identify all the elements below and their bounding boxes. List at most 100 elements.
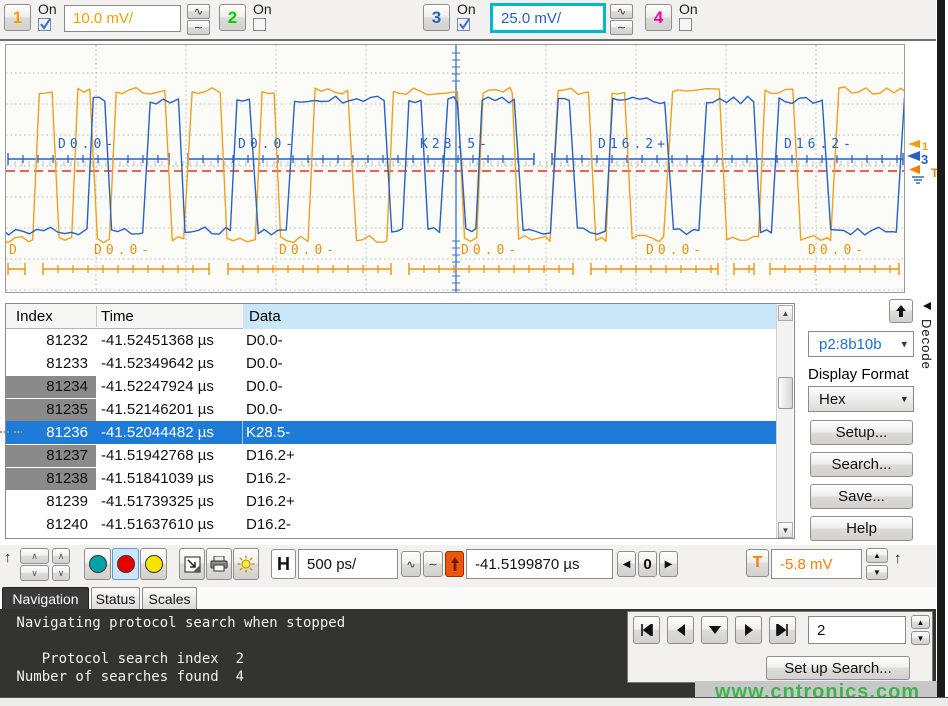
search-first-button[interactable] [633,616,660,644]
table-row[interactable]: 81237-41.51942768 µsD16.2+ [6,444,777,467]
channel-4-button[interactable]: 4 [645,4,672,31]
help-button[interactable]: Help [810,516,913,541]
channel-1-scale-increase-button[interactable]: ∿ [187,4,210,19]
trigger-label: T [753,554,763,572]
channel-3-on-checkbox[interactable] [457,18,470,31]
svg-text:D0.0-: D0.0- [646,243,705,258]
decode-side-tab[interactable]: Decode [919,299,937,409]
channel-1-scale-decrease-button[interactable]: ∼ [187,20,210,35]
horizontal-settings-button[interactable]: H [271,549,296,579]
channel-3-on-label: On [457,1,476,17]
channel-3-button[interactable]: 3 [423,4,450,31]
search-previous-button[interactable] [667,616,694,644]
search-index-up-button[interactable]: ▲ [911,615,930,629]
cell-time: -41.51942768 µs [101,447,214,464]
header-divider [96,306,97,327]
table-row[interactable]: 81236-41.52044482 µsK28.5- [6,421,777,444]
tab-navigation[interactable]: Navigation [2,587,89,609]
search-current-button[interactable] [701,616,728,644]
window-bottom-edge [0,697,948,706]
table-row[interactable]: 81234-41.52247924 µsD0.0- [6,375,777,398]
channel-3-scale-increase-button[interactable]: ∿ [610,4,633,19]
chevron-down-icon: ▾ [901,338,907,351]
scroll-down-button[interactable]: ▼ [778,522,793,538]
decode-source-dropdown[interactable]: p2:8b10b ▾ [808,331,914,357]
setup-button[interactable]: Setup... [810,420,913,445]
delay-right-button[interactable]: ▶ [659,551,678,577]
cursor-up-icon: ↑ [4,549,12,566]
display-format-label: Display Format [808,366,909,383]
tab-scales[interactable]: Scales [142,587,197,609]
table-row[interactable]: 81240-41.51637610 µsD16.2- [6,513,777,536]
search-next-button[interactable] [735,616,762,644]
screen-capture-button[interactable] [179,548,205,580]
display-brightness-button[interactable] [233,548,259,580]
decode-listing-table[interactable]: Index Time Data 81232-41.52451368 µsD0.0… [5,303,795,539]
channel-3-scale-decrease-button[interactable]: ∼ [610,20,633,35]
search-last-button[interactable] [769,616,796,644]
h-label: H [277,554,290,575]
timebase-field[interactable]: 500 ps/ [298,549,398,579]
timebase-value: 500 ps/ [307,556,356,573]
trigger-position-button[interactable] [445,551,464,577]
table-row[interactable]: 81235-41.52146201 µsD0.0- [6,398,777,421]
cell-index: 81240 [6,513,96,536]
timebase-fine-button[interactable]: ∿ [401,551,421,577]
column-header-time[interactable]: Time [101,304,134,329]
delay-left-button[interactable]: ◀ [617,551,636,577]
left-triangle-icon: ◀ [623,559,631,570]
channel-3-number: 3 [432,8,441,28]
channel-1-marker-icon [908,140,920,148]
fine-scale-down-button[interactable]: ∨ [52,565,70,581]
timebase-coarse-button[interactable]: ∼ [423,551,443,577]
waveform-plot[interactable]: D0.0-D0.0-K28.5-D16.2+D16.2-DD0.0-D0.0-D… [5,44,905,293]
trigger-marker-icon [909,165,920,174]
table-row[interactable]: 81238-41.51841039 µsD16.2- [6,467,777,490]
table-row[interactable]: 81232-41.52451368 µsD0.0- [6,329,777,352]
table-scrollbar[interactable]: ▲ ▼ [776,305,793,538]
svg-text:D0.0-: D0.0- [94,243,153,258]
check-icon [458,17,471,30]
stop-button[interactable] [112,548,139,580]
table-row[interactable]: 81233-41.52349642 µsD0.0- [6,352,777,375]
delay-zero-button[interactable]: 0 [638,551,657,577]
scroll-up-button[interactable]: ▲ [778,305,793,321]
single-button[interactable] [140,548,167,580]
channel-1-scale-field[interactable]: 10.0 mV/ [64,5,181,32]
channel-2-on-checkbox[interactable] [253,18,266,31]
channel-2-button[interactable]: 2 [219,4,246,31]
trigger-settings-button[interactable]: T [746,549,769,577]
panel-collapse-up-button[interactable] [889,299,913,323]
search-index-down-button[interactable]: ▼ [911,631,930,645]
channel-4-on-checkbox[interactable] [679,18,692,31]
channel-3-scale-field[interactable]: 25.0 mV/ [490,3,606,33]
up-triangle-icon: ▲ [873,551,881,560]
fine-scale-up-button[interactable]: ∧ [52,548,70,564]
scale-up-button[interactable]: ∧ [20,548,49,564]
column-header-data[interactable]: Data [243,304,777,329]
trigger-level-up-button[interactable]: ▲ [866,548,888,563]
trigger-level-field[interactable]: -5.8 mV [771,549,862,579]
decode-table-body: 81232-41.52451368 µsD0.0-81233-41.523496… [6,329,777,536]
scrollbar-thumb[interactable] [778,377,793,409]
channel-1-on-checkbox[interactable] [38,18,51,31]
search-index-field[interactable]: 2 [808,616,906,644]
wave-icon: ∼ [617,21,626,34]
save-button[interactable]: Save... [810,484,913,509]
channel-1-button[interactable]: 1 [4,4,31,31]
column-header-index[interactable]: Index [16,304,53,329]
search-button[interactable]: Search... [810,452,913,477]
horizontal-delay-field[interactable]: -41.5199870 µs [466,549,613,579]
run-button[interactable] [84,548,111,580]
up-arrow-icon [894,304,908,318]
chevron-up-icon: ∧ [58,551,65,562]
scale-down-button[interactable]: ∨ [20,565,49,581]
trigger-level-down-button[interactable]: ▼ [866,565,888,580]
print-button[interactable] [206,548,232,580]
status-text: Navigating protocol search when stopped … [8,614,345,686]
tab-status[interactable]: Status [91,587,140,609]
display-format-dropdown[interactable]: Hex ▾ [808,386,914,412]
set-up-search-button[interactable]: Set up Search... [766,656,910,680]
cell-time: -41.52247924 µs [101,378,214,395]
table-row[interactable]: 81239-41.51739325 µsD16.2+ [6,490,777,513]
